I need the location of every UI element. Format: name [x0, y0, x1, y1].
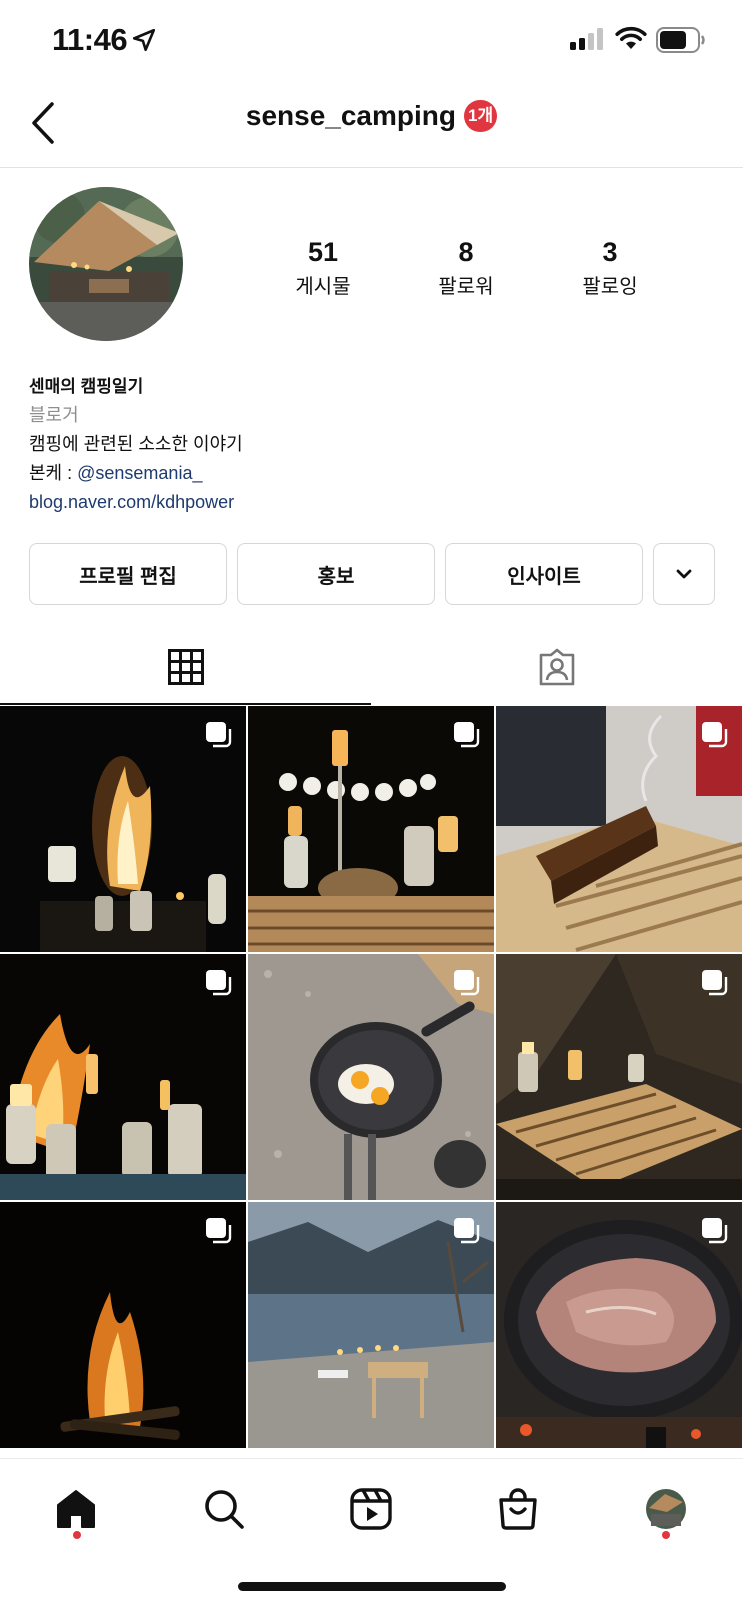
nav-reels[interactable] — [341, 1479, 401, 1539]
profile-bio: 센매의 캠핑일기 블로거 캠핑에 관련된 소소한 이야기 본케 : @sense… — [29, 372, 719, 517]
alt-account-mention[interactable]: @sensemania_ — [77, 463, 202, 483]
followers-label: 팔로워 — [438, 276, 494, 298]
stat-posts[interactable]: 51 게시물 — [253, 236, 393, 299]
username-title-wrap[interactable]: sense_camping 1개 — [0, 100, 743, 132]
account-count-badge: 1개 — [464, 100, 498, 132]
carousel-icon — [454, 970, 480, 996]
status-bar: 11:46 — [0, 0, 743, 80]
carousel-icon — [454, 1218, 480, 1244]
post-thumbnail[interactable] — [496, 1202, 742, 1448]
posts-grid — [0, 706, 743, 1456]
home-notification-dot — [73, 1531, 81, 1539]
bio-description: 캠핑에 관련된 소소한 이야기 — [29, 434, 243, 454]
profile-header: sense_camping 1개 — [0, 80, 743, 168]
chevron-down-icon — [676, 569, 692, 579]
shop-icon — [499, 1488, 537, 1530]
battery-icon — [656, 27, 705, 53]
edit-profile-button[interactable]: 프로필 편집 — [29, 543, 227, 605]
post-thumbnail[interactable] — [248, 706, 494, 952]
grid-icon — [167, 649, 204, 685]
stat-followers[interactable]: 8 팔로워 — [396, 236, 536, 299]
stat-following[interactable]: 3 팔로잉 — [540, 236, 680, 299]
suggested-accounts-button[interactable] — [653, 543, 715, 605]
tab-posts-grid[interactable] — [0, 628, 371, 706]
profile-notification-dot — [662, 1531, 670, 1539]
display-name: 센매의 캠핑일기 — [29, 377, 144, 396]
carousel-icon — [206, 722, 232, 748]
promote-button[interactable]: 홍보 — [237, 543, 435, 605]
post-thumbnail[interactable] — [0, 1202, 246, 1448]
post-thumbnail[interactable] — [248, 954, 494, 1200]
insights-button[interactable]: 인사이트 — [445, 543, 643, 605]
username-title[interactable]: sense_camping — [246, 100, 456, 131]
nav-home[interactable] — [46, 1479, 106, 1539]
tab-tagged[interactable] — [371, 628, 742, 706]
posts-label: 게시물 — [295, 276, 351, 298]
following-count: 3 — [602, 237, 618, 267]
post-thumbnail[interactable] — [496, 954, 742, 1200]
carousel-icon — [206, 1218, 232, 1244]
nav-profile[interactable] — [636, 1479, 696, 1539]
profile-avatar-icon — [646, 1489, 686, 1529]
carousel-icon — [702, 722, 728, 748]
alt-account-prefix: 본케 : — [29, 463, 78, 483]
profile-action-buttons: 프로필 편집 홍보 인사이트 — [29, 543, 715, 605]
status-time: 11:46 — [52, 22, 128, 57]
active-tab-indicator — [0, 703, 371, 705]
profile-avatar[interactable] — [29, 187, 183, 341]
carousel-icon — [454, 722, 480, 748]
nav-search[interactable] — [194, 1479, 254, 1539]
bio-alt-account: 본케 : @sensemania_ — [29, 459, 719, 488]
post-thumbnail[interactable] — [496, 706, 742, 952]
carousel-icon — [206, 970, 232, 996]
post-thumbnail[interactable] — [248, 1202, 494, 1448]
wifi-icon — [615, 26, 647, 49]
search-icon — [205, 1490, 244, 1529]
reels-icon — [350, 1488, 392, 1530]
location-arrow-icon — [132, 28, 156, 52]
bio-website-link[interactable]: blog.naver.com/kdhpower — [29, 488, 719, 517]
carousel-icon — [702, 1218, 728, 1244]
profile-category: 블로거 — [29, 405, 79, 425]
carousel-icon — [702, 970, 728, 996]
home-icon — [57, 1490, 95, 1528]
home-indicator — [238, 1582, 506, 1591]
cellular-signal-icon — [570, 28, 603, 50]
tagged-person-icon — [539, 648, 574, 686]
post-thumbnail[interactable] — [0, 706, 246, 952]
following-label: 팔로잉 — [582, 276, 638, 298]
posts-count: 51 — [307, 237, 339, 267]
post-thumbnail[interactable] — [0, 954, 246, 1200]
profile-tabs — [0, 628, 743, 706]
followers-count: 8 — [458, 237, 474, 267]
nav-shop[interactable] — [488, 1479, 548, 1539]
